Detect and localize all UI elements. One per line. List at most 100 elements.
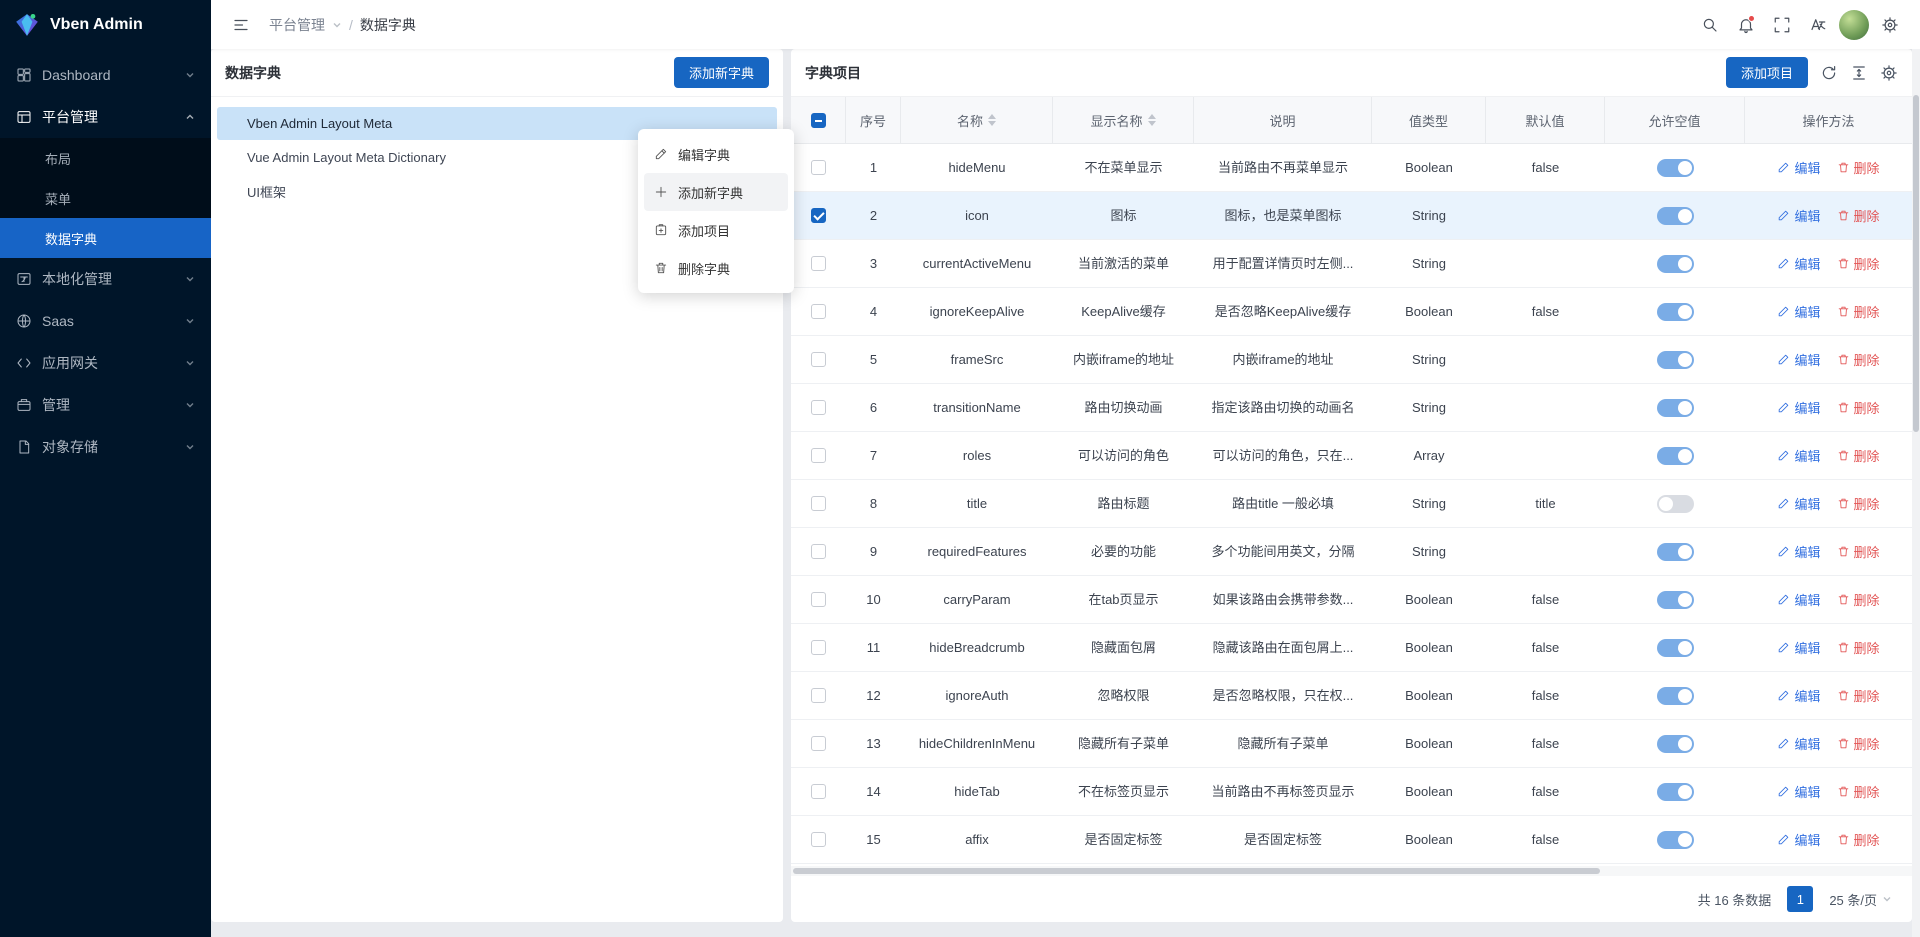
allow-null-toggle[interactable] bbox=[1657, 543, 1694, 561]
edit-button[interactable]: 编辑 bbox=[1777, 734, 1820, 753]
allow-null-toggle[interactable] bbox=[1657, 447, 1694, 465]
delete-button[interactable]: 删除 bbox=[1837, 590, 1880, 609]
sort-toggle[interactable] bbox=[1148, 114, 1156, 126]
table-row[interactable]: 4 ignoreKeepAlive KeepAlive缓存 是否忽略KeepAl… bbox=[791, 288, 1912, 336]
delete-button[interactable]: 删除 bbox=[1837, 158, 1880, 177]
row-checkbox[interactable] bbox=[811, 640, 826, 655]
row-checkbox[interactable] bbox=[811, 592, 826, 607]
delete-button[interactable]: 删除 bbox=[1837, 830, 1880, 849]
row-checkbox[interactable] bbox=[811, 688, 826, 703]
allow-null-toggle[interactable] bbox=[1657, 831, 1694, 849]
sidebar-item-layout[interactable]: 布局 bbox=[0, 138, 211, 178]
table-row[interactable]: 1 hideMenu 不在菜单显示 当前路由不再菜单显示 Boolean fal… bbox=[791, 144, 1912, 192]
sidebar-item-data-dictionary[interactable]: 数据字典 bbox=[0, 218, 211, 258]
allow-null-toggle[interactable] bbox=[1657, 687, 1694, 705]
row-checkbox[interactable] bbox=[811, 160, 826, 175]
delete-button[interactable]: 删除 bbox=[1837, 494, 1880, 513]
table-row[interactable]: 15 affix 是否固定标签 是否固定标签 Boolean false 编辑 … bbox=[791, 816, 1912, 864]
preferences-button[interactable] bbox=[1874, 9, 1906, 41]
row-checkbox[interactable] bbox=[811, 352, 826, 367]
edit-button[interactable]: 编辑 bbox=[1777, 398, 1820, 417]
edit-button[interactable]: 编辑 bbox=[1777, 350, 1820, 369]
row-checkbox[interactable] bbox=[811, 304, 826, 319]
table-row[interactable]: 2 icon 图标 图标，也是菜单图标 String 编辑 删除 bbox=[791, 192, 1912, 240]
context-menu-item-add-item[interactable]: 添加项目 bbox=[644, 211, 788, 249]
allow-null-toggle[interactable] bbox=[1657, 159, 1694, 177]
edit-button[interactable]: 编辑 bbox=[1777, 158, 1820, 177]
table-row[interactable]: 3 currentActiveMenu 当前激活的菜单 用于配置详情页时左侧..… bbox=[791, 240, 1912, 288]
allow-null-toggle[interactable] bbox=[1657, 303, 1694, 321]
table-settings-button[interactable] bbox=[1880, 64, 1898, 82]
table-row[interactable]: 7 roles 可以访问的角色 可以访问的角色，只在... Array 编辑 删… bbox=[791, 432, 1912, 480]
allow-null-toggle[interactable] bbox=[1657, 591, 1694, 609]
delete-button[interactable]: 删除 bbox=[1837, 206, 1880, 225]
table-row[interactable]: 8 title 路由标题 路由title 一般必填 String title 编… bbox=[791, 480, 1912, 528]
add-dictionary-button[interactable]: 添加新字典 bbox=[674, 57, 769, 88]
delete-button[interactable]: 删除 bbox=[1837, 686, 1880, 705]
table-row[interactable]: 13 hideChildrenInMenu 隐藏所有子菜单 隐藏所有子菜单 Bo… bbox=[791, 720, 1912, 768]
table-row[interactable]: 6 transitionName 路由切换动画 指定该路由切换的动画名 Stri… bbox=[791, 384, 1912, 432]
delete-button[interactable]: 删除 bbox=[1837, 350, 1880, 369]
sidebar-item-object-storage[interactable]: 对象存储 bbox=[0, 426, 211, 468]
translate-button[interactable] bbox=[1802, 9, 1834, 41]
allow-null-toggle[interactable] bbox=[1657, 207, 1694, 225]
context-menu-item-delete-dictionary[interactable]: 删除字典 bbox=[644, 249, 788, 287]
vertical-scrollbar-thumb[interactable] bbox=[1913, 95, 1919, 432]
allow-null-toggle[interactable] bbox=[1657, 255, 1694, 273]
allow-null-toggle[interactable] bbox=[1657, 783, 1694, 801]
delete-button[interactable]: 删除 bbox=[1837, 254, 1880, 273]
row-checkbox[interactable] bbox=[811, 784, 826, 799]
table-row[interactable]: 9 requiredFeatures 必要的功能 多个功能间用英文，分隔 Str… bbox=[791, 528, 1912, 576]
table-row[interactable]: 14 hideTab 不在标签页显示 当前路由不再标签页显示 Boolean f… bbox=[791, 768, 1912, 816]
delete-button[interactable]: 删除 bbox=[1837, 542, 1880, 561]
edit-button[interactable]: 编辑 bbox=[1777, 206, 1820, 225]
table-row[interactable]: 11 hideBreadcrumb 隐藏面包屑 隐藏该路由在面包屑上... Bo… bbox=[791, 624, 1912, 672]
add-item-button[interactable]: 添加项目 bbox=[1726, 57, 1808, 88]
edit-button[interactable]: 编辑 bbox=[1777, 830, 1820, 849]
edit-button[interactable]: 编辑 bbox=[1777, 686, 1820, 705]
sidebar-item-menu[interactable]: 菜单 bbox=[0, 178, 211, 218]
context-menu-item-edit-dictionary[interactable]: 编辑字典 bbox=[644, 135, 788, 173]
page-number-button[interactable]: 1 bbox=[1787, 886, 1813, 912]
horizontal-scrollbar[interactable] bbox=[791, 866, 1912, 876]
row-checkbox[interactable] bbox=[811, 496, 826, 511]
notification-button[interactable] bbox=[1730, 9, 1762, 41]
allow-null-toggle[interactable] bbox=[1657, 399, 1694, 417]
edit-button[interactable]: 编辑 bbox=[1777, 590, 1820, 609]
delete-button[interactable]: 删除 bbox=[1837, 782, 1880, 801]
allow-null-toggle[interactable] bbox=[1657, 639, 1694, 657]
sidebar-item-management[interactable]: 管理 bbox=[0, 384, 211, 426]
row-checkbox[interactable] bbox=[811, 208, 826, 223]
row-checkbox[interactable] bbox=[811, 832, 826, 847]
sidebar-item-localization[interactable]: 本地化管理 bbox=[0, 258, 211, 300]
allow-null-toggle[interactable] bbox=[1657, 495, 1694, 513]
menu-collapse-button[interactable] bbox=[225, 9, 257, 41]
row-checkbox[interactable] bbox=[811, 400, 826, 415]
edit-button[interactable]: 编辑 bbox=[1777, 446, 1820, 465]
edit-button[interactable]: 编辑 bbox=[1777, 542, 1820, 561]
row-height-button[interactable] bbox=[1850, 64, 1868, 82]
vertical-scrollbar[interactable] bbox=[1912, 49, 1920, 937]
table-row[interactable]: 5 frameSrc 内嵌iframe的地址 内嵌iframe的地址 Strin… bbox=[791, 336, 1912, 384]
fullscreen-button[interactable] bbox=[1766, 9, 1798, 41]
select-all-checkbox[interactable] bbox=[811, 113, 826, 128]
delete-button[interactable]: 删除 bbox=[1837, 398, 1880, 417]
table-row[interactable]: 12 ignoreAuth 忽略权限 是否忽略权限，只在权... Boolean… bbox=[791, 672, 1912, 720]
delete-button[interactable]: 删除 bbox=[1837, 446, 1880, 465]
row-checkbox[interactable] bbox=[811, 256, 826, 271]
edit-button[interactable]: 编辑 bbox=[1777, 254, 1820, 273]
sidebar-item-platform-management[interactable]: 平台管理 bbox=[0, 96, 211, 138]
page-size-select[interactable]: 25 条/页 bbox=[1829, 890, 1892, 909]
row-checkbox[interactable] bbox=[811, 736, 826, 751]
user-menu-button[interactable] bbox=[1838, 9, 1870, 41]
breadcrumb-parent[interactable]: 平台管理 bbox=[269, 15, 325, 35]
sort-toggle[interactable] bbox=[988, 114, 996, 126]
edit-button[interactable]: 编辑 bbox=[1777, 302, 1820, 321]
sidebar-item-dashboard[interactable]: Dashboard bbox=[0, 54, 211, 96]
edit-button[interactable]: 编辑 bbox=[1777, 638, 1820, 657]
edit-button[interactable]: 编辑 bbox=[1777, 782, 1820, 801]
sidebar-item-saas[interactable]: Saas bbox=[0, 300, 211, 342]
app-logo[interactable]: Vben Admin bbox=[0, 0, 211, 50]
context-menu-item-add-dictionary[interactable]: 添加新字典 bbox=[644, 173, 788, 211]
horizontal-scrollbar-thumb[interactable] bbox=[793, 868, 1600, 874]
